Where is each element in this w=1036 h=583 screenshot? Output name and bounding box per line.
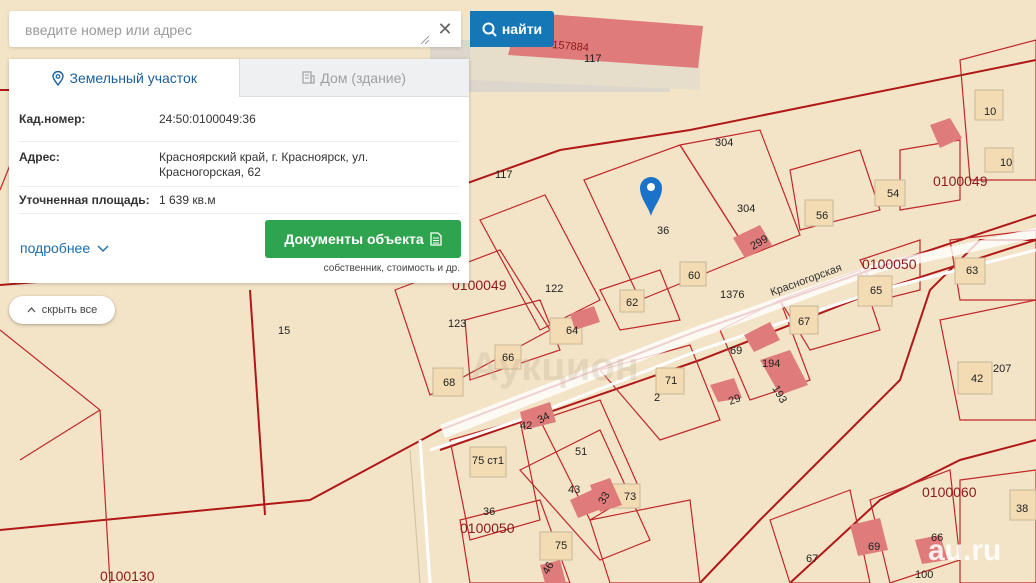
chevron-up-icon <box>27 307 36 313</box>
info-tabs: Земельный участок Дом (здание) <box>9 59 469 97</box>
parcel-label: 66 <box>931 532 943 544</box>
more-details-label: подробнее <box>20 240 91 256</box>
parcel-label: 10 <box>1000 157 1012 169</box>
parcel-label: 67 <box>798 316 810 328</box>
more-details-link[interactable]: подробнее <box>20 240 109 256</box>
parcel-label: 73 <box>624 491 636 503</box>
parcel-label: 42 <box>971 373 983 385</box>
parcel-label: 69 <box>730 345 742 357</box>
area-value: 1 639 кв.м <box>159 192 216 207</box>
address-line-1: Красноярский край, г. Красноярск, ул. <box>159 150 369 164</box>
parcel-label: 100 <box>915 569 933 581</box>
object-documents-button[interactable]: Документы объекта <box>265 220 461 258</box>
resize-handle-icon <box>421 36 429 44</box>
parcel-details: Кад.номер: 24:50:0100049:36 Адрес: Красн… <box>9 97 469 214</box>
chevron-down-icon <box>97 245 109 252</box>
quarter-label: 0100049 <box>933 173 988 189</box>
parcel-label: 194 <box>762 358 780 370</box>
svg-text:Аукцион: Аукцион <box>470 345 639 389</box>
address-line-2: Красногорская, 62 <box>159 165 261 179</box>
hide-all-button[interactable]: скрыть все <box>9 296 115 324</box>
object-documents-label: Документы объекта <box>284 231 424 247</box>
search-bar: ✕ <box>9 11 461 49</box>
parcel-label: 36 <box>657 225 669 237</box>
area-label: Уточненная площадь: <box>19 193 150 207</box>
cadastral-number-value: 24:50:0100049:36 <box>159 111 256 126</box>
parcel-label: 123 <box>448 318 466 330</box>
parcel-label: 117 <box>584 53 602 65</box>
parcel-label: 63 <box>966 265 978 277</box>
hide-all-label: скрыть все <box>41 304 98 316</box>
parcel-label: 51 <box>575 446 587 458</box>
detail-row-area: Уточненная площадь: 1 639 кв.м <box>19 187 459 214</box>
parcel-label: 2 <box>654 392 660 404</box>
clear-icon[interactable]: ✕ <box>435 19 455 39</box>
search-input[interactable] <box>23 11 427 49</box>
building-icon <box>302 71 316 84</box>
parcel-label: 64 <box>566 325 578 337</box>
search-icon <box>482 22 497 37</box>
parcel-label: 75 <box>555 540 567 552</box>
quarter-label: 0100050 <box>460 520 515 536</box>
parcel-info-card: Земельный участок Дом (здание) Кад.номер… <box>9 59 469 283</box>
parcel-label: 304 <box>737 203 755 215</box>
detail-row-cadastral: Кад.номер: 24:50:0100049:36 <box>19 97 459 142</box>
document-icon <box>429 232 442 246</box>
search-button[interactable]: найти <box>470 11 554 47</box>
parcel-label: 67 <box>806 553 818 565</box>
parcel-label: 54 <box>887 188 899 200</box>
location-icon <box>51 70 64 86</box>
parcel-label: 42 <box>520 420 532 432</box>
parcel-label: 60 <box>688 270 700 282</box>
quarter-label: 0100050 <box>862 256 917 272</box>
tab-building-label: Дом (здание) <box>320 69 407 86</box>
parcel-label: 43 <box>568 484 580 496</box>
parcel-label: 38 <box>1016 503 1028 515</box>
search-button-label: найти <box>501 21 543 37</box>
parcel-label: 65 <box>870 285 882 297</box>
cadastral-number-label: Кад.номер: <box>19 112 86 126</box>
parcel-label: 62 <box>626 297 638 309</box>
parcel-label: 122 <box>545 283 563 295</box>
parcel-label: 66 <box>502 352 514 364</box>
parcel-label: 1376 <box>720 289 744 301</box>
detail-row-address: Адрес: Красноярский край, г. Красноярск,… <box>19 142 459 187</box>
tab-building[interactable]: Дом (здание) <box>238 59 469 97</box>
parcel-label: 207 <box>993 363 1011 375</box>
tab-land-plot[interactable]: Земельный участок <box>9 59 239 97</box>
parcel-label: 117 <box>495 169 513 181</box>
parcel-label: 68 <box>443 377 455 389</box>
quarter-label: 0100060 <box>922 484 977 500</box>
parcel-label: 304 <box>715 137 733 149</box>
parcel-label: 15 <box>278 325 290 337</box>
parcel-label: 36 <box>483 506 495 518</box>
address-label: Адрес: <box>19 150 60 164</box>
parcel-label: 75 ст1 <box>472 455 504 467</box>
parcel-label: 56 <box>816 210 828 222</box>
quarter-label: 0100130 <box>100 568 155 583</box>
parcel-label: 71 <box>665 375 677 387</box>
documents-subtitle: собственник, стоимость и др. <box>323 263 460 274</box>
address-value: Красноярский край, г. Красноярск, ул. Кр… <box>159 144 459 186</box>
parcel-label: 10 <box>984 106 996 118</box>
parcel-label: 69 <box>868 541 880 553</box>
tab-land-plot-label: Земельный участок <box>69 70 197 86</box>
